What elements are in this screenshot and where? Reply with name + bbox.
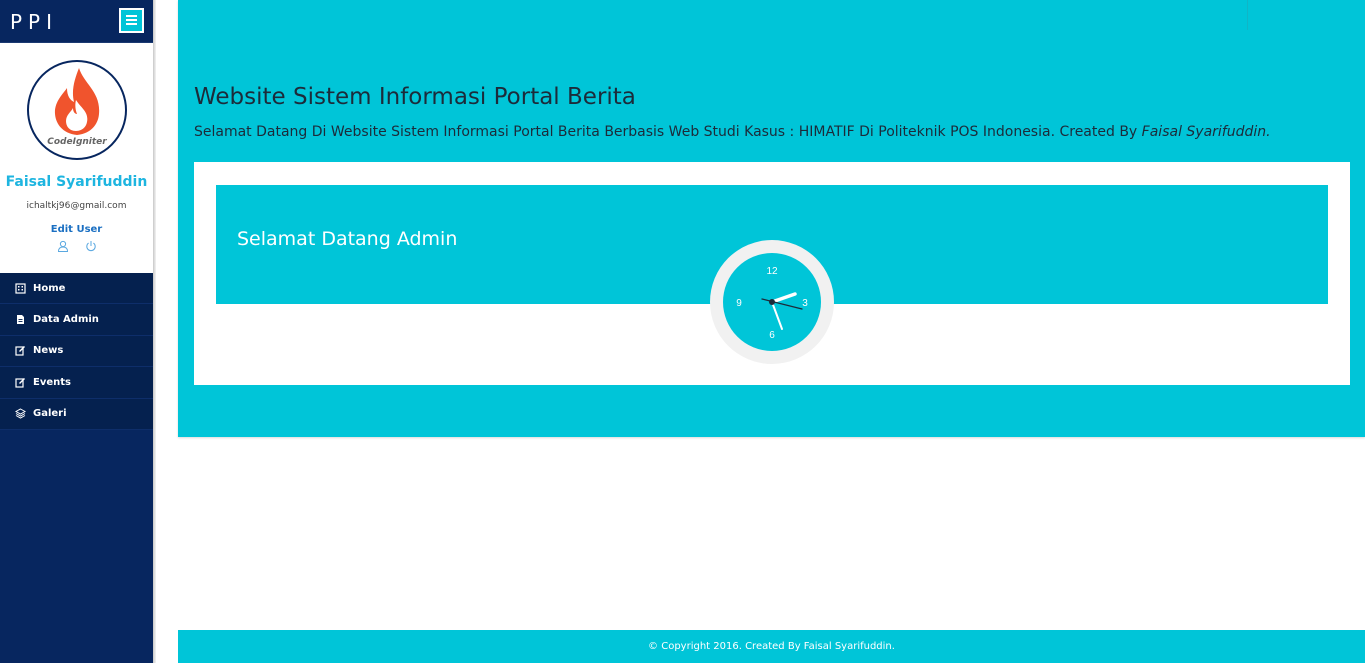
clock-number-12: 12 [766,266,778,277]
sidebar-item-data-admin[interactable]: Data Admin [0,304,153,336]
layers-icon [15,408,26,419]
footer-copyright: © Copyright 2016. Created By Faisal Syar… [648,641,895,652]
analog-clock: 12 3 6 9 [710,240,834,364]
main-panel: Website Sistem Informasi Portal Berita S… [178,0,1365,437]
sidebar: PPI CodeIgniter Faisal Syarifuddin ichal… [0,0,153,663]
page-subtitle: Selamat Datang Di Website Sistem Informa… [194,124,1271,140]
subtitle-author: Faisal Syarifuddin. [1141,124,1271,140]
sidebar-nav: Home Data Admin News Events Galeri [0,273,153,430]
subtitle-text: Selamat Datang Di Website Sistem Informa… [194,124,1138,140]
user-profile: CodeIgniter Faisal Syarifuddin ichaltkj9… [0,43,153,273]
content-card: Selamat Datang Admin 12 3 6 9 [194,162,1350,385]
clock-number-3: 3 [802,298,808,309]
user-email: ichaltkj96@gmail.com [26,201,127,211]
welcome-heading: Selamat Datang Admin [237,228,458,250]
power-icon[interactable] [85,239,97,252]
logo-caption: CodeIgniter [47,137,107,147]
sidebar-item-news[interactable]: News [0,335,153,368]
building-icon [15,283,26,294]
file-icon [15,314,26,325]
sidebar-item-label: Events [33,376,71,388]
menu-toggle-button[interactable] [119,8,144,33]
edit-user-link[interactable]: Edit User [0,224,153,235]
sidebar-item-home[interactable]: Home [0,273,153,305]
user-icon[interactable] [57,239,69,252]
clock-number-6: 6 [769,330,775,341]
footer: © Copyright 2016. Created By Faisal Syar… [178,630,1365,663]
brand-logo[interactable]: PPI [10,10,58,34]
hamburger-icon [126,12,137,30]
sidebar-item-label: Galeri [33,408,67,420]
sidebar-shadow [153,0,156,663]
sidebar-item-label: News [33,345,64,357]
sidebar-item-label: Home [33,282,66,294]
sidebar-item-events[interactable]: Events [0,367,153,399]
brand-bar: PPI [0,0,153,43]
header-divider [1247,0,1248,30]
clock-number-9: 9 [736,298,742,309]
sidebar-item-galeri[interactable]: Galeri [0,398,153,430]
sidebar-item-label: Data Admin [33,314,99,326]
profile-actions [0,239,153,252]
user-name: Faisal Syarifuddin [5,174,148,190]
page-title: Website Sistem Informasi Portal Berita [194,84,636,110]
edit-icon [15,345,26,357]
avatar: CodeIgniter [27,60,127,160]
edit-icon [15,377,26,388]
